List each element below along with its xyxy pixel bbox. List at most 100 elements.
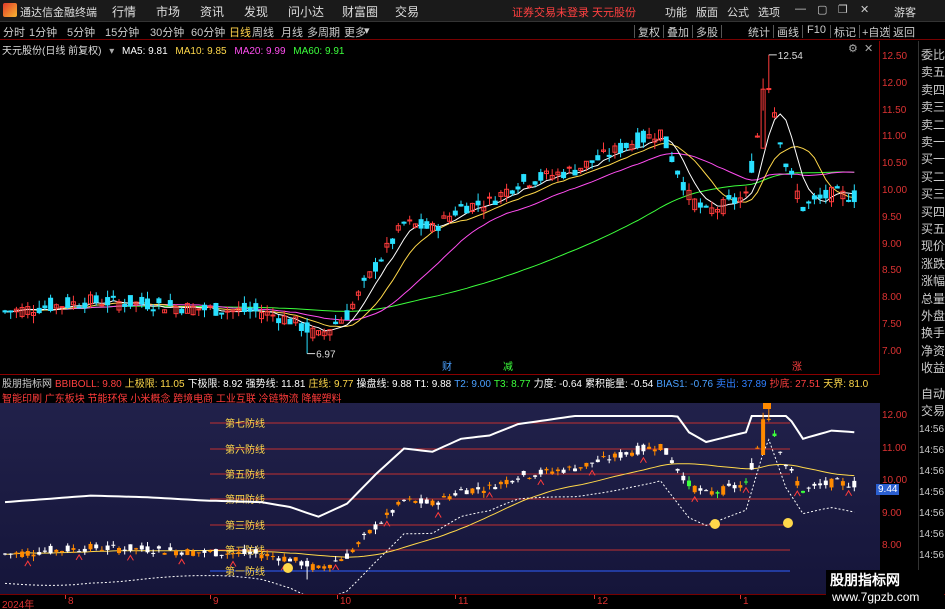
quote-label[interactable]: 卖一 xyxy=(921,133,945,150)
quote-label[interactable]: 净资 xyxy=(921,342,945,359)
menu-xuanxiang[interactable]: 选项 xyxy=(758,4,780,20)
period-5min[interactable]: 5分钟 xyxy=(67,24,95,40)
quote-label[interactable]: 涨幅 xyxy=(921,272,945,289)
indicator-bar xyxy=(795,481,800,486)
event-marker[interactable]: 减 xyxy=(503,361,513,373)
quote-label[interactable]: 卖四 xyxy=(921,81,945,98)
close-icon[interactable]: ✕ xyxy=(860,3,869,16)
period-month[interactable]: 月线 xyxy=(281,24,303,40)
indicator-bar xyxy=(111,544,116,546)
maximize-icon[interactable]: ▢ xyxy=(817,3,827,16)
indicator-bar xyxy=(60,550,64,552)
candle-body xyxy=(179,308,185,314)
candle-body xyxy=(743,191,749,194)
menu-jiaoyi[interactable]: 交易 xyxy=(395,3,419,20)
period-1min[interactable]: 1分钟 xyxy=(29,24,57,40)
event-marker[interactable]: 财 xyxy=(442,360,452,373)
quote-label[interactable]: 自动 xyxy=(921,385,945,402)
event-marker[interactable]: 涨 xyxy=(792,361,802,373)
quote-label[interactable]: 总量 xyxy=(921,290,945,307)
menu-wenxiaoda[interactable]: 问小达 xyxy=(288,3,324,20)
main-chart-svg[interactable]: 12.54 6.97 财 减 涨 xyxy=(0,41,880,374)
btn-f10[interactable]: F10 xyxy=(807,24,826,36)
quote-label[interactable]: 委比 xyxy=(921,46,945,63)
indicator-bar xyxy=(738,485,743,488)
period-day[interactable]: 日线 xyxy=(229,24,251,40)
indicator-bar xyxy=(607,459,612,461)
period-60min[interactable]: 60分钟 xyxy=(191,24,225,40)
candle-body xyxy=(834,186,840,189)
menu-hangqing[interactable]: 行情 xyxy=(112,3,136,20)
btn-biaoji[interactable]: 标记 xyxy=(834,24,856,40)
menu-gongshi[interactable]: 公式 xyxy=(727,4,749,20)
quote-label[interactable]: 外盘 xyxy=(921,307,945,324)
legend-dropdown-icon[interactable]: ▾ xyxy=(109,46,114,57)
candle-body xyxy=(110,295,116,298)
quote-label[interactable]: 交易 xyxy=(921,402,945,419)
menu-zixun[interactable]: 资讯 xyxy=(200,3,224,20)
indicator-bar xyxy=(219,554,224,556)
indicator-bar xyxy=(612,453,617,458)
btn-zixuan[interactable]: +自选 xyxy=(862,24,890,40)
btn-fuquan[interactable]: 复权 xyxy=(638,24,660,40)
candle-body xyxy=(800,206,806,212)
buy-arrow-icon xyxy=(588,469,596,476)
indicator-svg[interactable]: 第七防线第六防线第五防线第四防线第三防线第二防线第一防线 xyxy=(0,398,880,603)
price-axis-tick: 10.00 xyxy=(882,185,908,196)
defense-line-label: 第四防线 xyxy=(225,493,265,506)
quote-label[interactable]: 换手 xyxy=(921,324,945,341)
indicator-bar xyxy=(555,469,560,472)
minimize-icon[interactable]: — xyxy=(795,3,806,15)
guest-login[interactable]: 游客 xyxy=(894,4,916,20)
quote-label[interactable]: 收益 xyxy=(921,359,945,376)
indicator-bar xyxy=(704,490,709,492)
candle-body xyxy=(492,200,498,206)
indicator-bar xyxy=(345,553,349,559)
quote-label[interactable]: 卖五 xyxy=(921,63,945,80)
indicator-bar xyxy=(789,468,794,471)
candle-body xyxy=(139,296,145,305)
period-week[interactable]: 周线 xyxy=(252,24,274,40)
menu-banmian[interactable]: 版面 xyxy=(696,4,718,20)
more-dropdown-icon[interactable]: ▾ xyxy=(364,24,370,37)
candle-body xyxy=(777,142,783,145)
indicator-bar xyxy=(447,496,452,500)
period-30min[interactable]: 30分钟 xyxy=(150,24,184,40)
btn-fanhui[interactable]: 返回 xyxy=(893,24,915,40)
period-fenshi[interactable]: 分时 xyxy=(3,24,25,40)
indicator-area[interactable]: 第七防线第六防线第五防线第四防线第三防线第二防线第一防线 xyxy=(0,398,880,603)
tick-time: 14:56 xyxy=(919,466,945,477)
indicator-bar xyxy=(208,550,213,552)
candle-body xyxy=(532,181,538,185)
indicator-bar xyxy=(521,470,526,476)
restore-icon[interactable]: ❐ xyxy=(838,3,848,16)
quote-label[interactable]: 现价 xyxy=(921,237,945,254)
menu-shichang[interactable]: 市场 xyxy=(156,3,180,20)
quote-label[interactable]: 买四 xyxy=(921,203,945,220)
period-more[interactable]: 更多 xyxy=(344,24,366,40)
candle-body xyxy=(806,201,812,204)
period-15min[interactable]: 15分钟 xyxy=(105,24,139,40)
candle-body xyxy=(407,219,413,222)
quote-label[interactable]: 买一 xyxy=(921,150,945,167)
btn-tongji[interactable]: 统计 xyxy=(748,24,770,40)
quote-label[interactable]: 买三 xyxy=(921,185,945,202)
indicator-bar xyxy=(270,556,275,558)
indicator-bar xyxy=(37,552,42,555)
quote-label[interactable]: 卖三 xyxy=(921,98,945,115)
menu-gongneng[interactable]: 功能 xyxy=(665,4,687,20)
menu-caifuquan[interactable]: 财富圈 xyxy=(342,3,378,20)
quote-label[interactable]: 买五 xyxy=(921,220,945,237)
btn-duogu[interactable]: 多股 xyxy=(696,24,718,40)
period-multi[interactable]: 多周期 xyxy=(307,24,340,40)
quote-label[interactable]: 卖二 xyxy=(921,116,945,133)
btn-huaxian[interactable]: 画线 xyxy=(777,24,799,40)
main-price-chart[interactable]: 12.54 6.97 财 减 涨 xyxy=(0,41,880,374)
period-toolbar: 分时 1分钟 5分钟 15分钟 30分钟 60分钟 日线 周线 月线 多周期 更… xyxy=(0,23,945,40)
quote-label[interactable]: 涨跌 xyxy=(921,255,945,272)
quote-label[interactable]: 买二 xyxy=(921,168,945,185)
indicator-axis-tick: 11.00 xyxy=(882,442,907,454)
menu-faxian[interactable]: 发现 xyxy=(244,3,268,20)
indicator-bar xyxy=(327,564,332,569)
btn-diejia[interactable]: 叠加 xyxy=(667,24,689,40)
